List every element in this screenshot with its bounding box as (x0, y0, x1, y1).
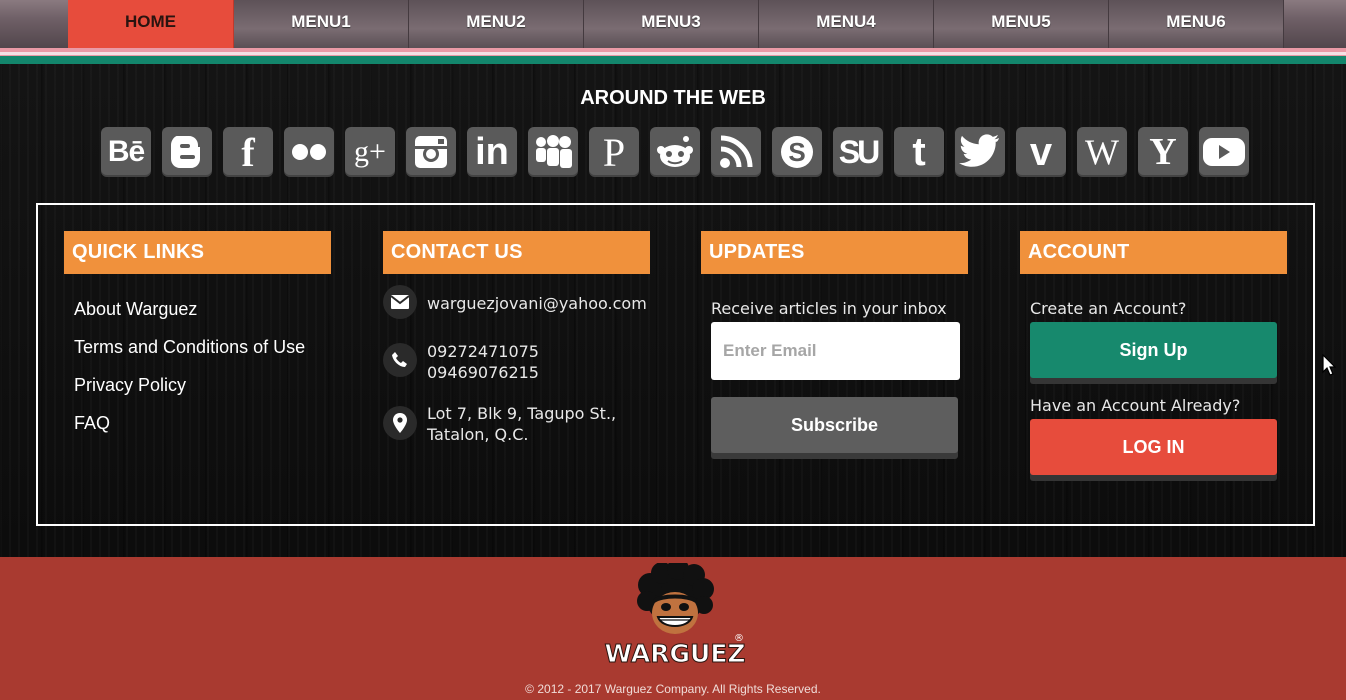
stumbleupon-icon[interactable]: SU (833, 127, 883, 177)
link-privacy[interactable]: Privacy Policy (74, 375, 186, 396)
pinterest-icon[interactable]: P (589, 127, 639, 177)
phone-icon (383, 343, 417, 377)
tumblr-icon[interactable]: t (894, 127, 944, 177)
google-plus-icon[interactable]: g+ (345, 127, 395, 177)
link-terms[interactable]: Terms and Conditions of Use (74, 337, 305, 358)
contact-heading: CONTACT US (383, 231, 650, 274)
svg-text:S: S (788, 137, 805, 167)
top-navigation: HOME MENU1 MENU2 MENU3 MENU4 MENU5 MENU6 (0, 0, 1346, 48)
email-input[interactable] (711, 322, 960, 380)
myspace-icon[interactable] (528, 127, 578, 177)
skype-icon[interactable]: S (772, 127, 822, 177)
nav-menu: HOME MENU1 MENU2 MENU3 MENU4 MENU5 MENU6 (68, 0, 1284, 48)
have-account-label: Have an Account Already? (1030, 396, 1241, 415)
create-account-label: Create an Account? (1030, 299, 1187, 318)
behance-icon[interactable]: Bē (101, 127, 151, 177)
nav-menu1[interactable]: MENU1 (234, 0, 409, 48)
divider-green (0, 56, 1346, 64)
social-icons-row: Bē f g+ in P S SU t v W Y (101, 127, 1249, 177)
nav-menu2[interactable]: MENU2 (409, 0, 584, 48)
account-heading: ACCOUNT (1020, 231, 1287, 274)
subscribe-button[interactable]: Subscribe (711, 397, 958, 453)
map-pin-icon (383, 406, 417, 440)
contact-phone-1: 09272471075 (427, 342, 539, 361)
contact-email[interactable]: warguezjovani@yahoo.com (427, 293, 647, 314)
contact-phone-2: 09469076215 (427, 363, 539, 382)
registered-mark: ® (734, 633, 744, 644)
quick-links-heading: QUICK LINKS (64, 231, 331, 274)
envelope-icon (383, 285, 417, 319)
blogger-icon[interactable] (162, 127, 212, 177)
twitter-icon[interactable] (955, 127, 1005, 177)
contact-address-2: Tatalon, Q.C. (427, 425, 529, 444)
nav-menu3[interactable]: MENU3 (584, 0, 759, 48)
updates-heading: UPDATES (701, 231, 968, 274)
warguez-logo: WARGUEZ ® (604, 563, 746, 669)
nav-menu4[interactable]: MENU4 (759, 0, 934, 48)
reddit-icon[interactable] (650, 127, 700, 177)
nav-menu6[interactable]: MENU6 (1109, 0, 1284, 48)
linkedin-icon[interactable]: in (467, 127, 517, 177)
vimeo-icon[interactable]: v (1016, 127, 1066, 177)
rss-icon[interactable] (711, 127, 761, 177)
updates-label: Receive articles in your inbox (711, 299, 947, 318)
facebook-icon[interactable]: f (223, 127, 273, 177)
contact-address-1: Lot 7, Blk 9, Tagupo St., (427, 404, 617, 423)
sign-up-button[interactable]: Sign Up (1030, 322, 1277, 378)
wordpress-icon[interactable]: W (1077, 127, 1127, 177)
brand-wordmark: WARGUEZ (604, 639, 745, 668)
copyright-text: © 2012 - 2017 Warguez Company. All Right… (525, 682, 821, 696)
around-the-web-title: AROUND THE WEB (580, 87, 766, 109)
link-about[interactable]: About Warguez (74, 299, 197, 320)
link-faq[interactable]: FAQ (74, 413, 110, 434)
divider-white (0, 52, 1346, 55)
nav-home[interactable]: HOME (68, 0, 234, 48)
instagram-icon[interactable] (406, 127, 456, 177)
yahoo-icon[interactable]: Y (1138, 127, 1188, 177)
youtube-icon[interactable] (1199, 127, 1249, 177)
mouse-cursor-icon (1322, 354, 1336, 376)
nav-menu5[interactable]: MENU5 (934, 0, 1109, 48)
log-in-button[interactable]: LOG IN (1030, 419, 1277, 475)
flickr-icon[interactable] (284, 127, 334, 177)
